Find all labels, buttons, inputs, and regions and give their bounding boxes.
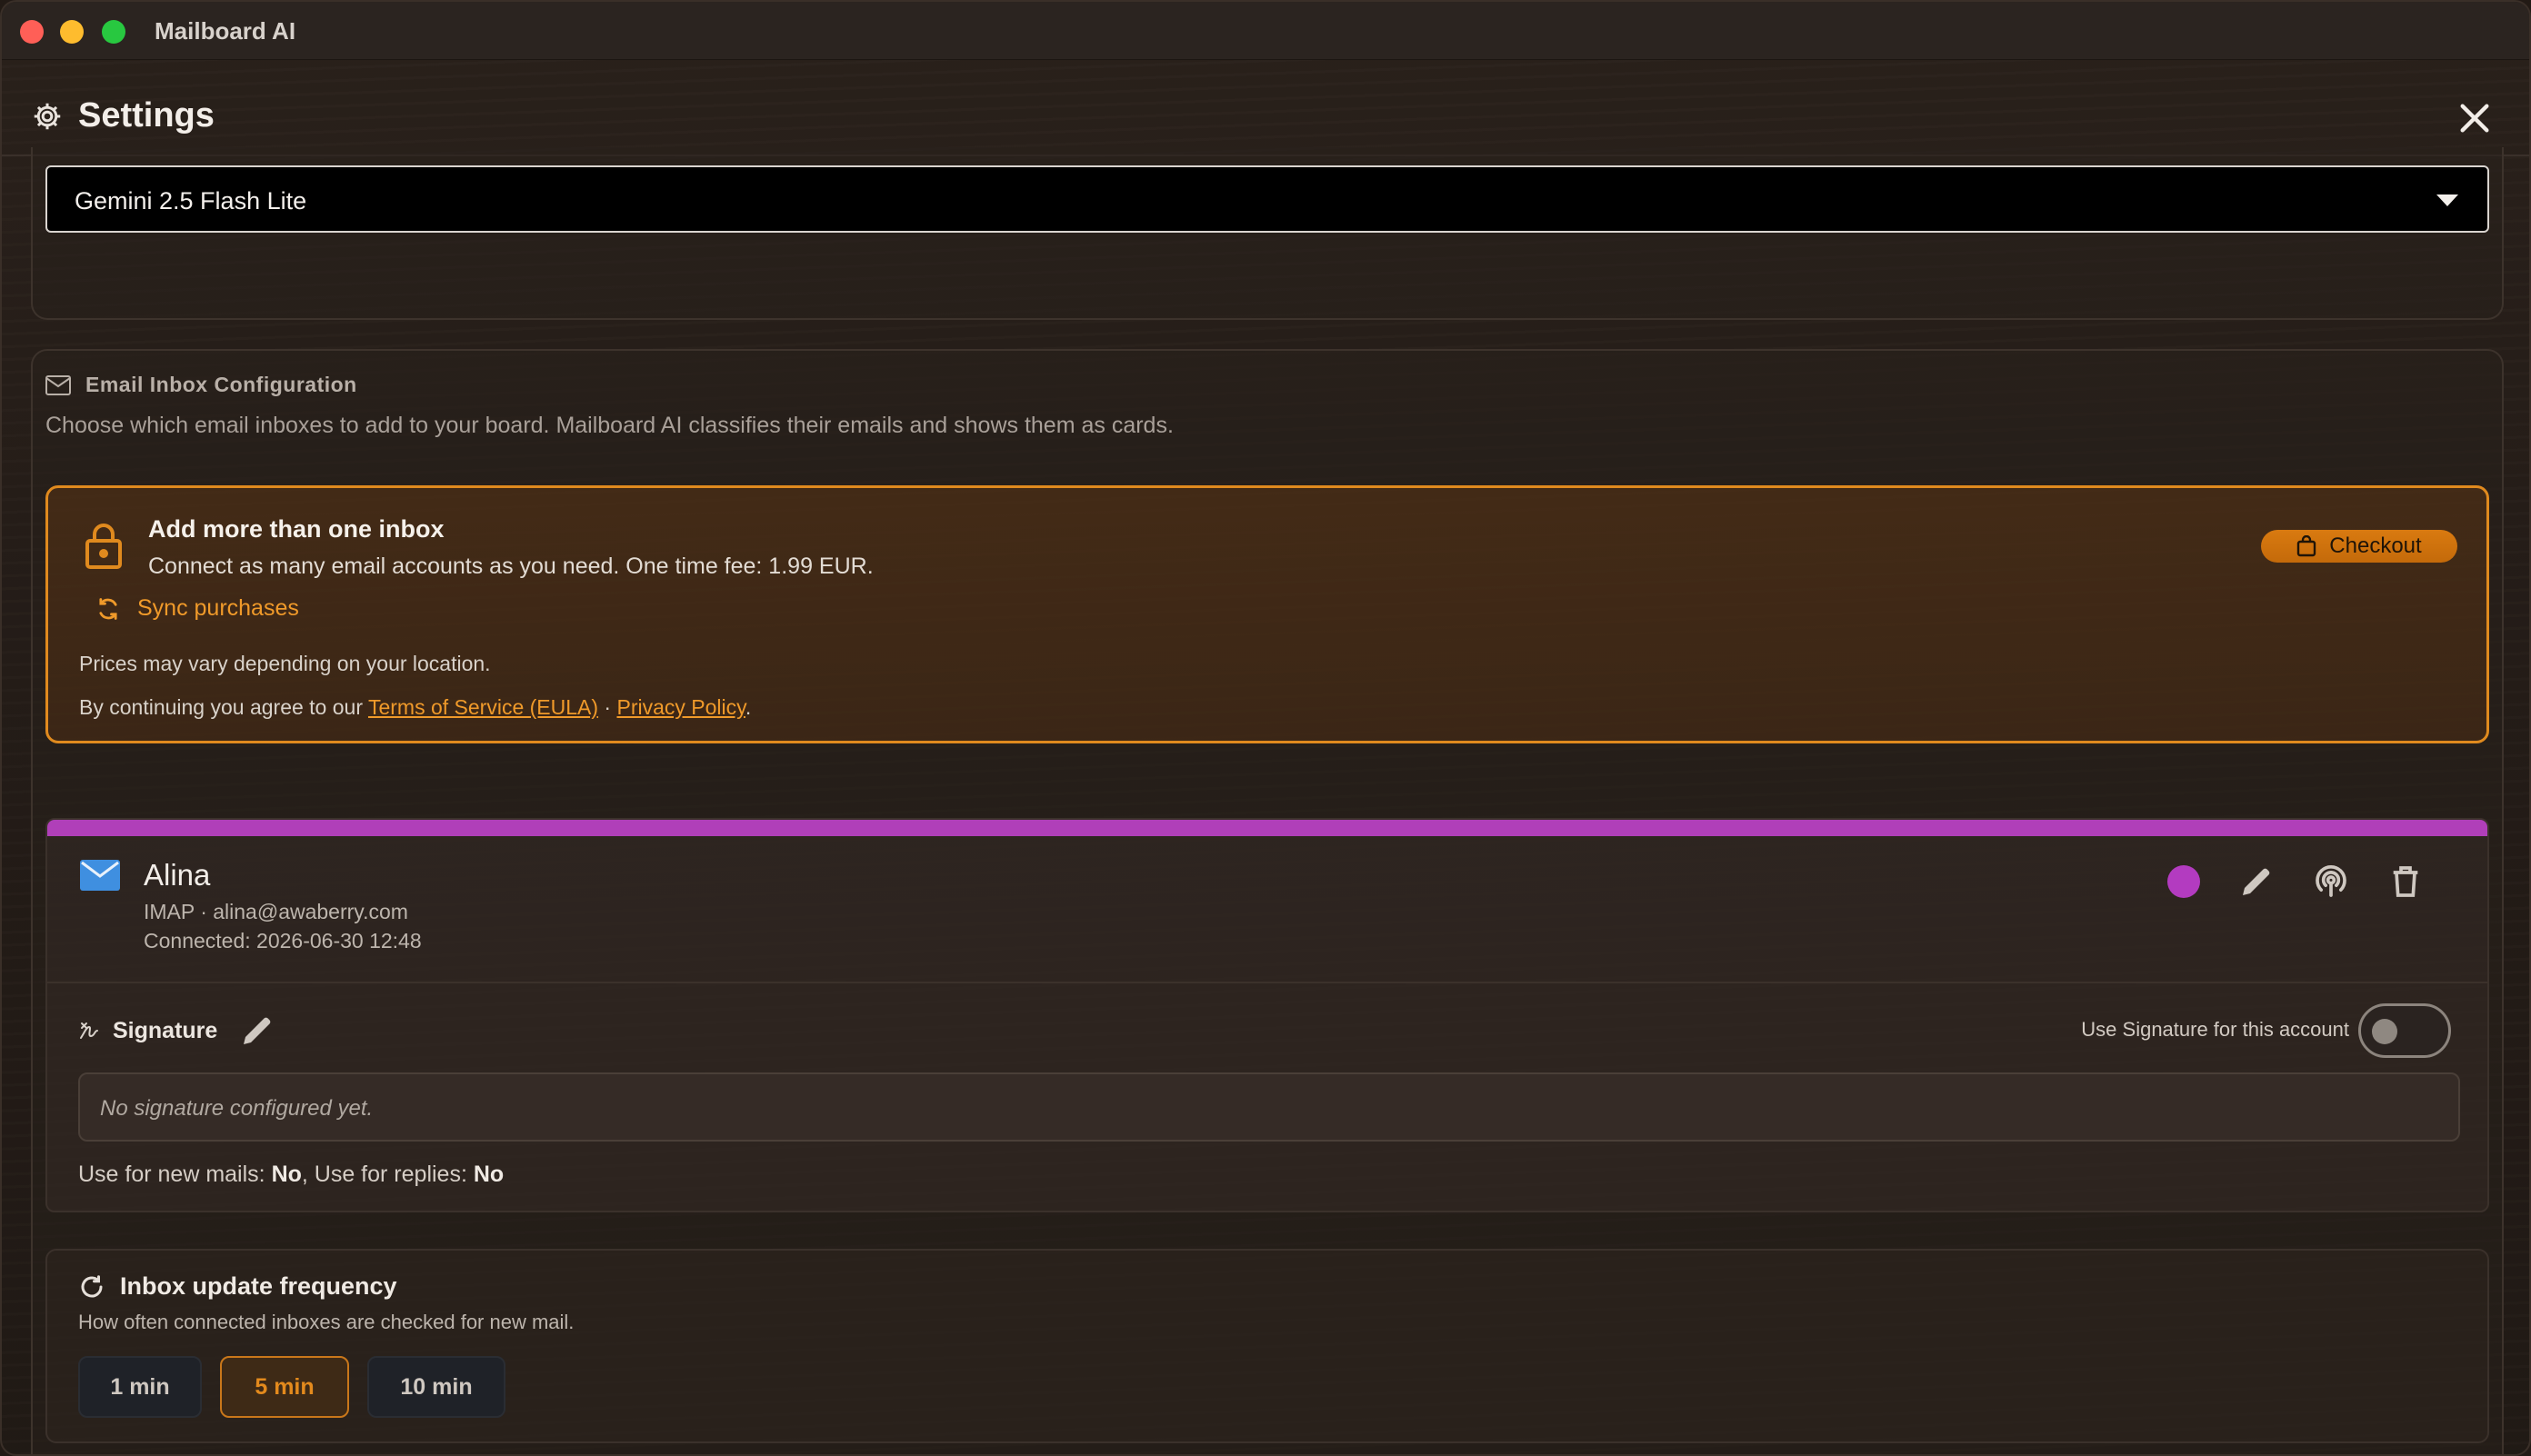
app-title: Mailboard AI (155, 17, 296, 45)
account-color-bar (47, 820, 2487, 836)
inbox-config-heading: Email Inbox Configuration (45, 373, 357, 397)
account-card: Alina IMAP · alina@awaberry.com Connecte… (45, 818, 2489, 1212)
sync-purchases-label: Sync purchases (137, 595, 299, 621)
model-select[interactable]: Gemini 2.5 Flash Lite (45, 165, 2489, 233)
zoom-window-button[interactable] (102, 20, 125, 44)
refresh-icon (81, 1274, 103, 1297)
account-name: Alina (144, 858, 211, 892)
checkout-label: Checkout (2329, 534, 2422, 558)
frequency-option-10-min[interactable]: 10 min (367, 1356, 505, 1418)
frequency-heading: Inbox update frequency (78, 1272, 397, 1301)
chevron-down-icon (2436, 194, 2458, 206)
upsell-description: Connect as many email accounts as you ne… (148, 553, 874, 579)
upsell-title: Add more than one inbox (148, 515, 445, 543)
edit-signature-icon[interactable] (239, 1012, 275, 1049)
edit-icon[interactable] (2238, 863, 2275, 900)
account-divider (47, 982, 2487, 983)
usage-new-label: Use for new mails: (78, 1162, 272, 1187)
inbox-config-description: Choose which email inboxes to add to you… (45, 413, 1174, 438)
close-window-button[interactable] (20, 20, 44, 44)
signature-heading: Signature (78, 1012, 275, 1049)
gear-icon (34, 103, 61, 130)
signature-preview[interactable]: No signature configured yet. (78, 1072, 2460, 1142)
sync-icon (99, 597, 117, 620)
page-title: Settings (78, 96, 215, 135)
terms-of-service-link[interactable]: Terms of Service (EULA) (368, 695, 598, 719)
signature-toggle[interactable] (2358, 1003, 2451, 1058)
account-protocol-email: IMAP · alina@awaberry.com (144, 900, 408, 923)
signature-placeholder: No signature configured yet. (100, 1096, 374, 1121)
mail-icon (80, 860, 120, 891)
usage-sep: , Use for replies: (301, 1162, 474, 1187)
minimize-window-button[interactable] (60, 20, 84, 44)
envelope-icon (45, 374, 71, 395)
frequency-card: Inbox update frequency How often connect… (45, 1249, 2489, 1443)
signature-usage: Use for new mails: No, Use for replies: … (78, 1162, 504, 1188)
close-icon[interactable] (2456, 100, 2493, 136)
terms-line: By continuing you agree to our Terms of … (79, 695, 751, 720)
settings-header: Settings (2, 60, 2529, 156)
account-connected: Connected: 2026-06-30 12:48 (144, 929, 422, 952)
signature-toggle-label: Use Signature for this account (2081, 1018, 2349, 1041)
frequency-description: How often connected inboxes are checked … (78, 1311, 575, 1333)
frequency-options: 1 min 5 min 10 min (78, 1356, 505, 1418)
usage-new-value: No (271, 1162, 302, 1187)
shopping-bag-icon (2297, 535, 2316, 557)
title-bar: Mailboard AI (2, 2, 2529, 60)
inbox-config-title: Email Inbox Configuration (85, 373, 357, 396)
signature-label: Signature (113, 1017, 218, 1043)
lock-icon (85, 524, 122, 569)
terms-suffix: . (745, 695, 752, 719)
account-actions (2167, 863, 2424, 900)
checkout-button[interactable]: Checkout (2261, 530, 2457, 563)
usage-reply-value: No (473, 1162, 505, 1187)
frequency-title: Inbox update frequency (120, 1272, 397, 1300)
trash-icon[interactable] (2387, 863, 2424, 900)
terms-separator: · (598, 695, 617, 719)
app-window: Mailboard AI Settings Gemini 2.5 Flash L… (0, 0, 2531, 1456)
frequency-option-1-min[interactable]: 1 min (78, 1356, 202, 1418)
frequency-option-5-min[interactable]: 5 min (220, 1356, 349, 1418)
account-color-picker[interactable] (2167, 865, 2200, 898)
terms-prefix: By continuing you agree to our (79, 695, 368, 719)
model-select-value: Gemini 2.5 Flash Lite (75, 187, 307, 214)
upsell-banner: Add more than one inbox Connect as many … (45, 485, 2489, 743)
broadcast-icon[interactable] (2313, 863, 2349, 900)
sync-purchases-button[interactable]: Sync purchases (95, 595, 299, 622)
privacy-policy-link[interactable]: Privacy Policy (616, 695, 745, 719)
signature-icon (80, 1022, 98, 1039)
price-note: Prices may vary depending on your locati… (79, 652, 491, 675)
toggle-knob (2372, 1019, 2397, 1044)
